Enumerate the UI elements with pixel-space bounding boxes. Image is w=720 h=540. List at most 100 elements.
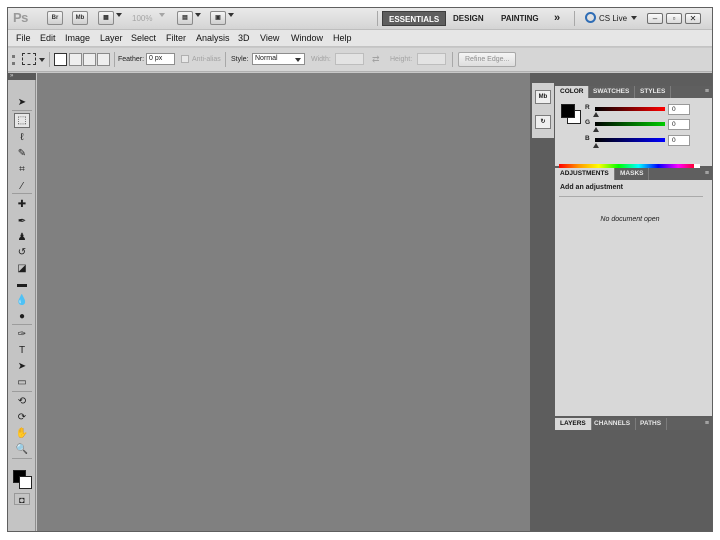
- feather-input[interactable]: 0 px: [146, 53, 175, 65]
- tab-layers[interactable]: LAYERS: [555, 418, 592, 430]
- tab-paths[interactable]: PATHS: [635, 418, 668, 430]
- document-canvas-area[interactable]: [37, 73, 530, 531]
- arrange-documents-icon: ▤: [182, 15, 188, 21]
- tab-masks[interactable]: MASKS: [615, 168, 650, 180]
- marquee-preset-icon[interactable]: [22, 53, 36, 65]
- tab-channels[interactable]: CHANNELS: [589, 418, 637, 430]
- tab-styles[interactable]: STYLES: [635, 86, 672, 98]
- channel-g-thumb[interactable]: [593, 127, 599, 132]
- menu-file[interactable]: File: [16, 33, 31, 43]
- menu-window[interactable]: Window: [291, 33, 323, 43]
- lasso-tool-icon[interactable]: ℓ: [14, 130, 30, 145]
- eyedropper-tool-icon[interactable]: ⁄: [14, 179, 30, 194]
- tab-adjustments[interactable]: ADJUSTMENTS: [555, 168, 615, 180]
- menu-3d[interactable]: 3D: [238, 33, 250, 43]
- type-tool-icon[interactable]: T: [14, 343, 30, 358]
- menu-edit[interactable]: Edit: [40, 33, 56, 43]
- width-input[interactable]: [335, 53, 364, 65]
- 3d-rotate-tool-icon[interactable]: ⟲: [14, 394, 30, 409]
- bridge-button[interactable]: Br: [47, 11, 63, 25]
- path-selection-tool-icon[interactable]: ➤: [14, 359, 30, 374]
- anti-alias-checkbox[interactable]: [181, 55, 189, 63]
- minibridge-button[interactable]: Mb: [72, 11, 88, 25]
- shape-tool-icon[interactable]: ▭: [14, 375, 30, 390]
- gradient-tool-icon[interactable]: ▬: [14, 277, 30, 292]
- color-panel-menu-icon[interactable]: ≡: [705, 88, 709, 96]
- arrange-dropdown-icon[interactable]: [195, 13, 201, 17]
- channel-b-thumb[interactable]: [593, 143, 599, 148]
- crop-tool-icon[interactable]: ⌗: [14, 162, 30, 177]
- minibridge-panel-icon[interactable]: Mb: [535, 90, 551, 104]
- screen-mode-dropdown-icon[interactable]: [228, 13, 234, 17]
- eraser-tool-icon[interactable]: ◪: [14, 261, 30, 276]
- cs-live-dropdown-icon[interactable]: [631, 16, 637, 20]
- menu-select[interactable]: Select: [131, 33, 156, 43]
- zoom-level[interactable]: 100%: [132, 11, 152, 26]
- cs-live-button[interactable]: CS Live: [599, 11, 627, 26]
- intersect-selection-icon[interactable]: [97, 53, 110, 66]
- style-dropdown-icon[interactable]: [295, 58, 301, 62]
- refine-edge-button[interactable]: Refine Edge...: [458, 52, 517, 67]
- 3d-orbit-tool-icon[interactable]: ⟳: [14, 410, 30, 425]
- menu-image[interactable]: Image: [65, 33, 90, 43]
- screen-mode-icon: ▣: [215, 15, 221, 21]
- new-selection-icon[interactable]: [54, 53, 67, 66]
- channel-g-slider[interactable]: [595, 122, 665, 126]
- close-button[interactable]: ✕: [685, 13, 701, 24]
- tools-collapse-button[interactable]: »: [8, 73, 36, 80]
- add-to-selection-icon[interactable]: [69, 53, 82, 66]
- screen-mode-button[interactable]: ▣: [210, 11, 226, 25]
- menu-analysis[interactable]: Analysis: [196, 33, 230, 43]
- swap-dimensions-icon[interactable]: ⇄: [372, 54, 380, 65]
- spot-healing-brush-tool-icon[interactable]: ✚: [14, 197, 30, 212]
- channel-g-value[interactable]: 0: [668, 119, 690, 130]
- workspace-overflow-button[interactable]: »: [554, 11, 560, 26]
- channel-r-value[interactable]: 0: [668, 104, 690, 115]
- subtract-from-selection-icon[interactable]: [83, 53, 96, 66]
- menu-bar: File Edit Image Layer Select Filter Anal…: [8, 30, 712, 47]
- minimize-button[interactable]: –: [647, 13, 663, 24]
- channel-b-value[interactable]: 0: [668, 135, 690, 146]
- zoom-tool-icon[interactable]: 🔍: [14, 442, 30, 457]
- tab-swatches[interactable]: SWATCHES: [588, 86, 636, 98]
- hand-tool-icon[interactable]: ✋: [14, 426, 30, 441]
- pen-tool-icon[interactable]: ✑: [14, 327, 30, 342]
- preset-dropdown-icon[interactable]: [39, 58, 45, 62]
- layers-panel-menu-icon[interactable]: ≡: [705, 420, 709, 428]
- dodge-tool-icon[interactable]: ●: [14, 309, 30, 324]
- history-panel-icon[interactable]: ↻: [535, 115, 551, 129]
- quick-mask-icon[interactable]: ◘: [14, 493, 30, 505]
- height-input[interactable]: [417, 53, 446, 65]
- options-grip-icon[interactable]: [12, 55, 18, 65]
- color-panel-foreground-swatch[interactable]: [561, 104, 575, 118]
- rectangular-marquee-tool-icon[interactable]: ⬚: [14, 113, 30, 128]
- view-extras-dropdown-icon[interactable]: [116, 13, 122, 17]
- channel-r-thumb[interactable]: [593, 112, 599, 117]
- channel-b-slider[interactable]: [595, 138, 665, 142]
- menu-layer[interactable]: Layer: [100, 33, 123, 43]
- layers-panel-tabs: LAYERS CHANNELS PATHS ≡: [555, 418, 712, 430]
- adjustments-panel-tabs: ADJUSTMENTS MASKS ≡: [555, 168, 712, 180]
- history-brush-tool-icon[interactable]: ↺: [14, 245, 30, 260]
- channel-r-slider[interactable]: [595, 107, 665, 111]
- workspace-painting[interactable]: PAINTING: [501, 11, 539, 26]
- brush-tool-icon[interactable]: ✒: [14, 214, 30, 229]
- adjustments-panel-menu-icon[interactable]: ≡: [705, 170, 709, 178]
- move-tool-icon[interactable]: ➤: [14, 95, 30, 110]
- clone-stamp-tool-icon[interactable]: ♟: [14, 230, 30, 245]
- menu-filter[interactable]: Filter: [166, 33, 186, 43]
- workspace-design[interactable]: DESIGN: [453, 11, 484, 26]
- menu-view[interactable]: View: [260, 33, 279, 43]
- tab-color[interactable]: COLOR: [555, 86, 590, 98]
- menu-help[interactable]: Help: [333, 33, 352, 43]
- restore-button[interactable]: ▫: [666, 13, 682, 24]
- arrange-documents-button[interactable]: ▤: [177, 11, 193, 25]
- quick-selection-tool-icon[interactable]: ✎: [14, 146, 30, 161]
- background-color-swatch[interactable]: [19, 476, 32, 489]
- blur-tool-icon[interactable]: 💧: [14, 293, 30, 308]
- photoshop-logo: Ps: [13, 10, 28, 25]
- workspace-essentials[interactable]: ESSENTIALS: [382, 11, 447, 26]
- zoom-dropdown-icon[interactable]: [159, 13, 165, 17]
- view-extras-button[interactable]: ▦: [98, 11, 114, 25]
- adjustments-heading: Add an adjustment: [560, 184, 624, 191]
